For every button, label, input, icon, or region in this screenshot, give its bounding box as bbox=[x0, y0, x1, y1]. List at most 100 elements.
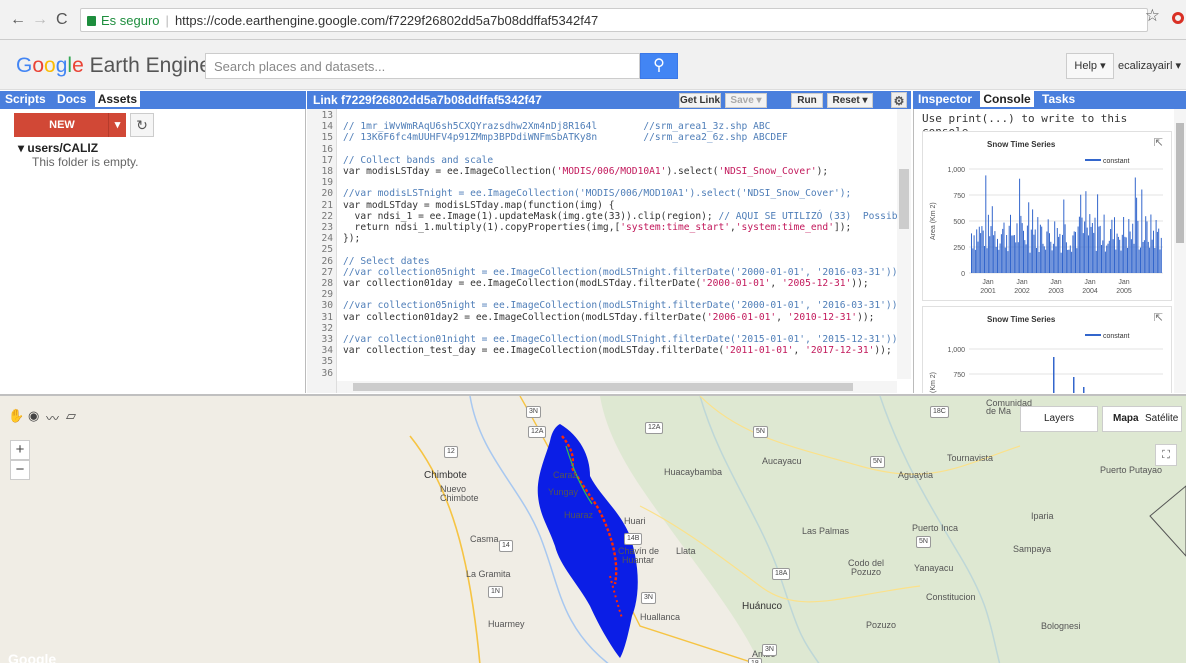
line-text[interactable]: // 13K6F6fc4mUUHFV4p91ZMmp3BPDdiWNFmSbAT… bbox=[343, 133, 788, 144]
chart-bar bbox=[1077, 226, 1079, 273]
opera-icon[interactable] bbox=[1172, 12, 1184, 24]
chart-bar bbox=[989, 236, 991, 273]
reset-button[interactable]: Reset ▾ bbox=[827, 93, 873, 108]
chart-bar bbox=[1093, 232, 1095, 273]
map-base bbox=[409, 396, 1186, 663]
line-text[interactable]: return ndsi_1.multiply(1).copyProperties… bbox=[343, 222, 852, 234]
chart-bar bbox=[1008, 225, 1010, 273]
map-type-map[interactable]: Mapa bbox=[1113, 413, 1139, 424]
line-text[interactable]: }); bbox=[343, 234, 360, 245]
asset-root-folder[interactable]: ▾ users/CALIZ bbox=[18, 141, 98, 155]
line-number: 13 bbox=[321, 110, 333, 121]
x-tick: Jan bbox=[1050, 279, 1061, 286]
scroll-thumb[interactable] bbox=[353, 383, 853, 391]
line-text[interactable]: //var collection01night = ee.ImageCollec… bbox=[343, 334, 903, 346]
tab-scripts[interactable]: Scripts bbox=[2, 91, 49, 107]
save-button[interactable]: Save ▾ bbox=[725, 93, 767, 108]
line-text[interactable]: var modLSTday = modisLSTday.map(function… bbox=[343, 200, 614, 212]
scroll-thumb[interactable] bbox=[1176, 123, 1184, 243]
hand-tool-icon[interactable]: ✋ bbox=[8, 408, 24, 424]
x-tick: 2003 bbox=[1048, 288, 1064, 295]
point-tool-icon[interactable]: ◉ bbox=[28, 408, 39, 424]
y-tick: 0 bbox=[961, 271, 965, 278]
chart-bar bbox=[1128, 219, 1130, 273]
chart-bar bbox=[1002, 228, 1004, 273]
chart-bar bbox=[1073, 231, 1075, 273]
chart-bar bbox=[1080, 194, 1082, 273]
line-text[interactable]: var collection01day = ee.ImageCollection… bbox=[343, 278, 869, 290]
new-button[interactable]: NEW ▾ bbox=[14, 113, 126, 137]
chart-bar bbox=[991, 206, 993, 273]
get-link-button[interactable]: Get Link bbox=[679, 93, 721, 108]
forward-icon[interactable]: → bbox=[32, 11, 48, 29]
line-number: 23 bbox=[321, 222, 333, 233]
zoom-out-button[interactable]: − bbox=[10, 460, 30, 480]
line-tool-icon[interactable]: 〰 bbox=[46, 408, 59, 427]
route-shield: 14 bbox=[499, 540, 513, 552]
place-label: Pozuzo bbox=[866, 620, 897, 630]
help-button[interactable]: Help ▾ bbox=[1066, 53, 1114, 79]
editor-vertical-scrollbar[interactable] bbox=[897, 109, 911, 379]
tab-console[interactable]: Console bbox=[980, 91, 1034, 107]
chart-bar bbox=[998, 249, 1000, 273]
gear-icon[interactable]: ⚙ bbox=[891, 92, 907, 108]
zoom-in-button[interactable]: + bbox=[10, 440, 30, 460]
x-tick: 2004 bbox=[1082, 288, 1098, 295]
line-text[interactable]: // 1mr_iWvWmRAqU6sh5CXQYrazsdhw2Xm4nDj8R… bbox=[343, 121, 770, 133]
place-label: Yanayacu bbox=[914, 563, 954, 573]
tab-assets[interactable]: Assets bbox=[94, 91, 141, 107]
reload-icon[interactable]: C bbox=[56, 11, 68, 29]
line-text[interactable]: //var collection05night = ee.ImageCollec… bbox=[343, 267, 903, 279]
tab-docs[interactable]: Docs bbox=[54, 91, 89, 107]
layers-button[interactable]: Layers bbox=[1020, 406, 1098, 432]
polygon-tool-icon[interactable]: ▱ bbox=[66, 408, 76, 424]
tab-tasks[interactable]: Tasks bbox=[1039, 91, 1078, 107]
x-tick: 2005 bbox=[1116, 288, 1132, 295]
place-label: Huacaybamba bbox=[664, 467, 723, 477]
line-text[interactable]: // Collect bands and scale bbox=[343, 155, 493, 167]
map-canvas[interactable]: ✋ ◉ 〰 ▱ + − Layers Mapa Satélite ⛶ Chimb… bbox=[0, 394, 1186, 663]
place-label: Constitucion bbox=[926, 592, 976, 602]
map-type-satellite[interactable]: Satélite bbox=[1145, 413, 1178, 424]
route-shield: 12A bbox=[528, 426, 547, 438]
line-text[interactable]: var collection01day2 = ee.ImageCollectio… bbox=[343, 312, 874, 324]
chart-bar bbox=[1069, 245, 1071, 273]
tab-inspector[interactable]: Inspector bbox=[915, 91, 975, 107]
line-number: 29 bbox=[321, 289, 333, 301]
chart-bar bbox=[1032, 209, 1034, 273]
dropdown-caret-icon[interactable]: ▾ bbox=[108, 113, 126, 137]
star-icon[interactable]: ☆ bbox=[1145, 6, 1160, 26]
line-text[interactable]: var ndsi_1 = ee.Image(1).updateMask(img.… bbox=[343, 211, 911, 223]
fullscreen-icon[interactable]: ⛶ bbox=[1155, 444, 1177, 466]
chart-bar bbox=[1012, 235, 1014, 273]
user-menu[interactable]: ecalizayairl ▾ bbox=[1118, 53, 1181, 79]
google-earth-engine-logo[interactable]: Google Earth Engine bbox=[16, 54, 211, 78]
editor-horizontal-scrollbar[interactable] bbox=[337, 381, 897, 393]
chart-bar bbox=[1017, 242, 1019, 273]
chart-bar bbox=[1104, 251, 1106, 273]
search-button[interactable]: ⚲ bbox=[640, 53, 678, 79]
refresh-icon[interactable]: ↻ bbox=[130, 113, 154, 137]
right-panel-tabs: Inspector Console Tasks bbox=[913, 91, 1186, 109]
console-scrollbar[interactable] bbox=[1174, 109, 1186, 393]
line-text[interactable]: //var collection05night = ee.ImageCollec… bbox=[343, 301, 903, 312]
chart-bar bbox=[1117, 236, 1119, 273]
chart-bar bbox=[1086, 227, 1088, 273]
chart-bar bbox=[1039, 224, 1041, 273]
chart-bar bbox=[1088, 235, 1089, 273]
scroll-thumb[interactable] bbox=[899, 169, 909, 229]
line-text[interactable]: //var modisLSTnight = ee.ImageCollection… bbox=[343, 189, 851, 200]
map-type-toggle[interactable]: Mapa Satélite bbox=[1102, 406, 1182, 432]
place-label: Llata bbox=[676, 546, 696, 556]
asset-root-label: users/CALIZ bbox=[27, 141, 99, 155]
line-text[interactable]: // Select dates bbox=[343, 256, 430, 268]
run-button[interactable]: Run bbox=[791, 93, 823, 108]
line-text[interactable]: var modisLSTday = ee.ImageCollection('MO… bbox=[343, 166, 828, 178]
search-input[interactable]: Search places and datasets... bbox=[205, 53, 640, 79]
route-shield: 5N bbox=[870, 456, 885, 468]
line-text[interactable]: var collection_test_day = ee.ImageCollec… bbox=[343, 345, 892, 357]
chart-bar bbox=[1062, 234, 1063, 273]
back-icon[interactable]: ← bbox=[10, 11, 26, 29]
address-bar[interactable]: Es seguro | https://code.earthengine.goo… bbox=[80, 8, 1148, 32]
code-editor[interactable]: 13 14 // 1mr_iWvWmRAqU6sh5CXQYrazsdhw2Xm4n… bbox=[307, 109, 911, 393]
